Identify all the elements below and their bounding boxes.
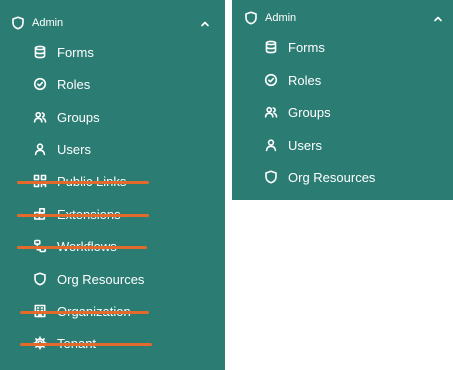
strikethrough-mark (17, 214, 149, 217)
sidebar-item-label: Groups (288, 104, 331, 120)
sidebar-item-groups[interactable]: Groups (264, 101, 331, 123)
sidebar-item-groups[interactable]: Groups (33, 106, 100, 128)
user-icon (264, 138, 278, 152)
admin-menu-before: Admin FormsRolesGroupsUsersPublic LinksE… (0, 0, 225, 370)
sidebar-item-roles[interactable]: Roles (264, 69, 321, 91)
user-icon (33, 142, 47, 156)
sidebar-item-org-resources[interactable]: Org Resources (33, 268, 144, 290)
strikethrough-mark (20, 311, 149, 314)
admin-menu-after: Admin Forms Roles Groups Users Org Resources (232, 0, 453, 200)
sidebar-item-org-resources[interactable]: Org Resources (264, 166, 375, 188)
sidebar-item-label: Org Resources (288, 169, 376, 185)
strikethrough-mark (20, 343, 152, 346)
chevron-up-icon[interactable] (199, 17, 211, 29)
database-icon (264, 40, 278, 54)
users-icon (264, 105, 278, 119)
shield-icon (264, 170, 278, 184)
users-icon (33, 110, 47, 124)
sidebar-item-forms[interactable]: Forms (264, 36, 325, 58)
sidebar-item-label: Users (57, 141, 91, 157)
database-icon (33, 45, 47, 59)
strikethrough-mark (17, 181, 149, 184)
strikethrough-mark (17, 246, 147, 249)
sidebar-item-label: Forms (57, 44, 94, 60)
admin-title: Admin (265, 12, 297, 24)
sidebar-item-label: Roles (288, 72, 322, 88)
shield-icon (33, 272, 47, 286)
sidebar-item-forms[interactable]: Forms (33, 41, 94, 63)
shield-icon (11, 16, 25, 30)
admin-section-header[interactable]: Admin (232, 8, 453, 28)
sidebar-item-users[interactable]: Users (264, 134, 322, 156)
admin-title: Admin (32, 17, 64, 29)
sidebar-item-label: Roles (57, 76, 91, 92)
sidebar-item-label: Users (288, 137, 322, 153)
sidebar-item-label: Forms (288, 39, 325, 55)
sidebar-item-users[interactable]: Users (33, 138, 91, 160)
shield-icon (244, 11, 258, 25)
sidebar-item-roles[interactable]: Roles (33, 73, 90, 95)
chevron-up-icon[interactable] (432, 12, 444, 24)
sidebar-item-label: Org Resources (57, 271, 145, 287)
admin-section-header[interactable]: Admin (0, 13, 225, 33)
check-circle-icon (264, 73, 278, 87)
sidebar-item-label: Groups (57, 109, 100, 125)
check-circle-icon (33, 77, 47, 91)
